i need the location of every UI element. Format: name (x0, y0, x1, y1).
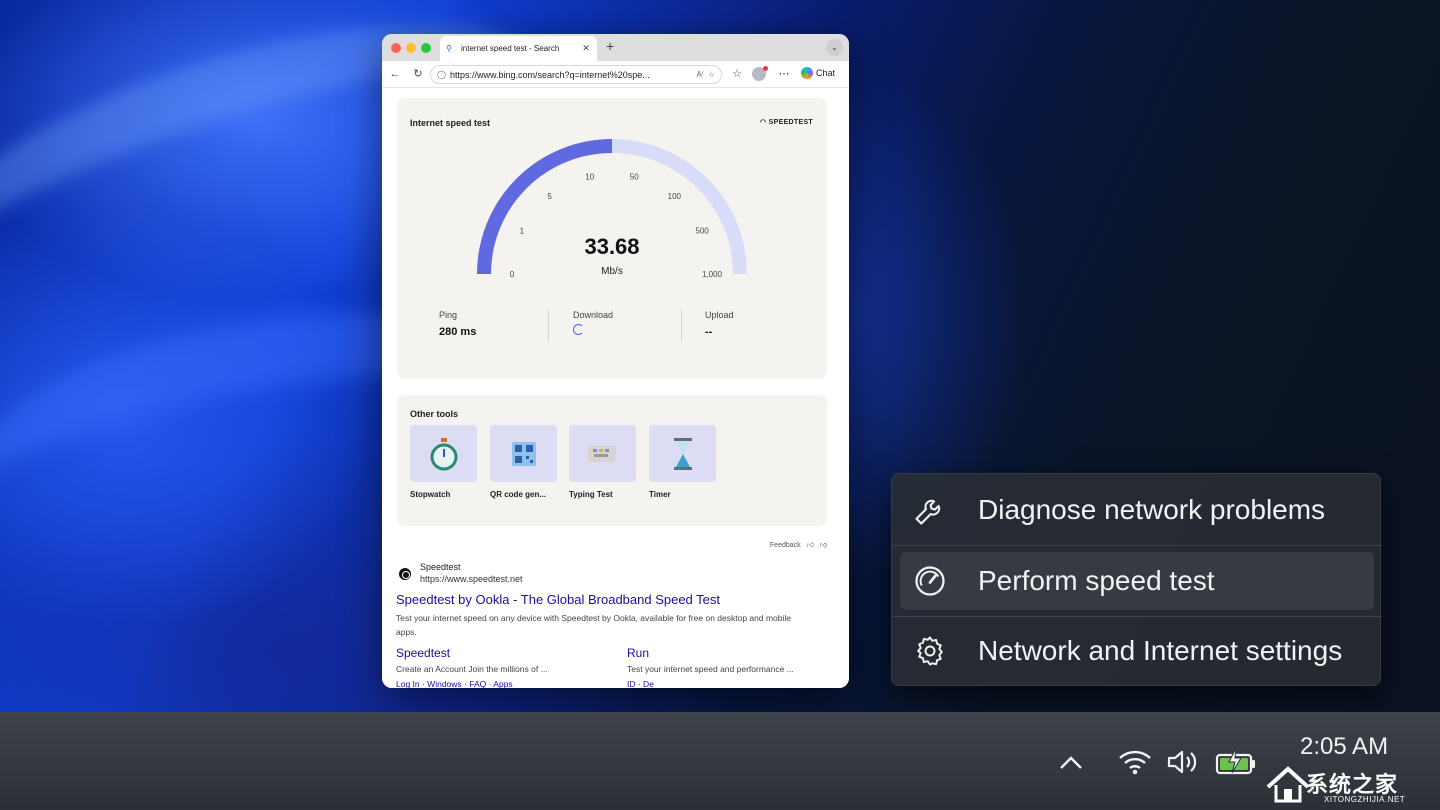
close-window-button[interactable] (391, 43, 401, 53)
page-content: Internet speed test ◠ SPEEDTEST 0 1 5 10 50 1… (382, 88, 849, 688)
menu-separator (892, 545, 1382, 546)
gauge-tick-label: 100 (668, 192, 682, 201)
favorite-star-icon[interactable]: ☆ (708, 70, 715, 79)
tab-strip: ⚲ internet speed test - Search ✕ + ⌄ (382, 34, 849, 61)
menu-separator (892, 616, 1382, 617)
site-watermark: 系统之家 XITONGZHIJIA.NET (1262, 765, 1440, 810)
read-aloud-icon[interactable]: A⁽ (697, 70, 704, 79)
chat-label: Chat (816, 68, 836, 78)
speed-value: 33.68 (584, 234, 640, 259)
address-url: https://www.bing.com/search?q=internet%2… (449, 69, 650, 80)
tool-qr-code[interactable]: QR code gen... (490, 425, 557, 499)
sublink-links[interactable]: ID · De (627, 679, 827, 688)
qr-code-icon (511, 441, 536, 466)
favorites-icon[interactable]: ☆ (730, 67, 744, 81)
result-description: Test your internet speed on any device w… (396, 613, 792, 637)
stopwatch-icon (430, 437, 457, 470)
speedtest-favicon-icon (399, 568, 411, 580)
upload-value: -- (705, 326, 713, 338)
sublink-links[interactable]: Log In · Windows · FAQ · Apps (396, 679, 596, 688)
address-bar[interactable]: ◯ https://www.bing.com/search?q=internet… (430, 65, 722, 84)
menu-item-diagnose[interactable]: Diagnose network problems (900, 481, 1374, 539)
tool-name: Typing Test (569, 490, 613, 499)
sublink-run: Run Test your internet speed and perform… (627, 646, 827, 688)
chevron-up-icon[interactable] (1058, 753, 1084, 771)
thumbs-up-icon[interactable]: 👍︎ (807, 542, 814, 549)
wifi-icon[interactable] (1117, 747, 1153, 777)
network-context-menu: Diagnose network problems Perform speed … (891, 473, 1382, 686)
more-options-icon[interactable]: ⋯ (777, 67, 791, 81)
taskbar-clock[interactable]: 2:05 AM (1300, 733, 1388, 761)
menu-item-label: Diagnose network problems (978, 494, 1326, 525)
ping-value: 280 ms (439, 326, 477, 338)
minimize-window-button[interactable] (406, 43, 416, 53)
volume-icon[interactable] (1165, 747, 1201, 777)
gauge-tick-label: 50 (630, 173, 639, 182)
speed-test-card: Internet speed test ◠ SPEEDTEST 0 1 5 10 50 1… (397, 98, 827, 379)
other-tools-title: Other tools (410, 409, 459, 419)
menu-item-network-settings[interactable]: Network and Internet settings (900, 622, 1374, 680)
menu-item-label: Perform speed test (978, 565, 1215, 596)
feedback-label[interactable]: Feedback (770, 542, 801, 549)
tab-search[interactable]: ⚲ internet speed test - Search ✕ (440, 36, 597, 61)
back-icon[interactable]: ← (388, 67, 402, 81)
lock-icon: ◯ (437, 70, 446, 79)
copilot-icon (801, 67, 813, 79)
gear-icon (917, 636, 943, 666)
gauge-ticks: 01510 501005001,000 (510, 173, 723, 279)
tab-title: internet speed test - Search (461, 44, 560, 53)
sublink-speedtest: Speedtest Create an Account Join the mil… (396, 646, 596, 688)
tool-name: Stopwatch (410, 490, 451, 499)
taskbar: 2:05 AM 系统之家 XITONGZHIJIA.NET (0, 712, 1440, 810)
tool-timer[interactable]: Timer (649, 425, 716, 499)
tool-stopwatch[interactable]: Stopwatch (410, 425, 477, 499)
sublink-title[interactable]: Speedtest (396, 646, 596, 660)
tool-name: QR code gen... (490, 490, 547, 499)
sublink-desc: Test your internet speed and performance… (627, 664, 794, 674)
ping-metric: Ping 280 ms (439, 310, 559, 338)
tool-typing-test[interactable]: Typing Test (569, 425, 636, 499)
close-tab-icon[interactable]: ✕ (581, 43, 591, 54)
sublink-desc: Create an Account Join the millions of .… (396, 664, 548, 674)
speedometer-icon (915, 566, 945, 596)
other-tools-card: Other tools Stopwatch QR code gen... Typ… (397, 395, 827, 526)
thumbs-down-icon[interactable]: 👎︎ (820, 542, 827, 549)
battery-charging-icon (1215, 747, 1255, 775)
keyboard-icon (587, 445, 616, 462)
tab-menu-button[interactable]: ⌄ (826, 39, 843, 56)
wrench-icon (915, 499, 941, 525)
refresh-icon[interactable]: ↻ (411, 67, 425, 81)
download-label: Download (573, 310, 614, 320)
tool-name: Timer (649, 490, 671, 499)
sublink-title[interactable]: Run (627, 646, 827, 660)
house-logo-icon (1266, 766, 1310, 803)
copilot-chat-button[interactable]: Chat (801, 67, 835, 79)
result-site-name: Speedtest (420, 562, 461, 572)
watermark-subtext: XITONGZHIJIA.NET (1324, 795, 1406, 804)
download-metric: Download (573, 310, 693, 335)
browser-window: ⚲ internet speed test - Search ✕ + ⌄ ← ↻… (382, 34, 849, 688)
upload-label: Upload (705, 310, 734, 320)
result-site-url[interactable]: https://www.speedtest.net (420, 574, 523, 584)
profile-avatar[interactable] (752, 66, 768, 81)
menu-item-speed-test[interactable]: Perform speed test (900, 552, 1374, 610)
feedback-row: Feedback 👍︎ 👎︎ (766, 540, 827, 549)
metric-divider (681, 310, 682, 342)
gauge-tick-label: 5 (547, 192, 552, 201)
ping-label: Ping (439, 310, 458, 320)
maximize-window-button[interactable] (421, 43, 431, 53)
metric-divider (548, 310, 549, 342)
upload-metric: Upload -- (705, 310, 825, 338)
loading-spinner-icon (573, 324, 584, 335)
search-icon: ⚲ (446, 44, 452, 53)
result-title-link[interactable]: Speedtest by Ookla - The Global Broadban… (396, 592, 720, 607)
gauge-tick-label: 10 (585, 173, 594, 182)
browser-toolbar: ← ↻ ◯ https://www.bing.com/search?q=inte… (382, 61, 849, 88)
menu-item-label: Network and Internet settings (978, 635, 1343, 666)
new-tab-button[interactable]: + (606, 38, 614, 54)
speed-unit: Mb/s (601, 266, 623, 277)
hourglass-icon (673, 437, 692, 470)
